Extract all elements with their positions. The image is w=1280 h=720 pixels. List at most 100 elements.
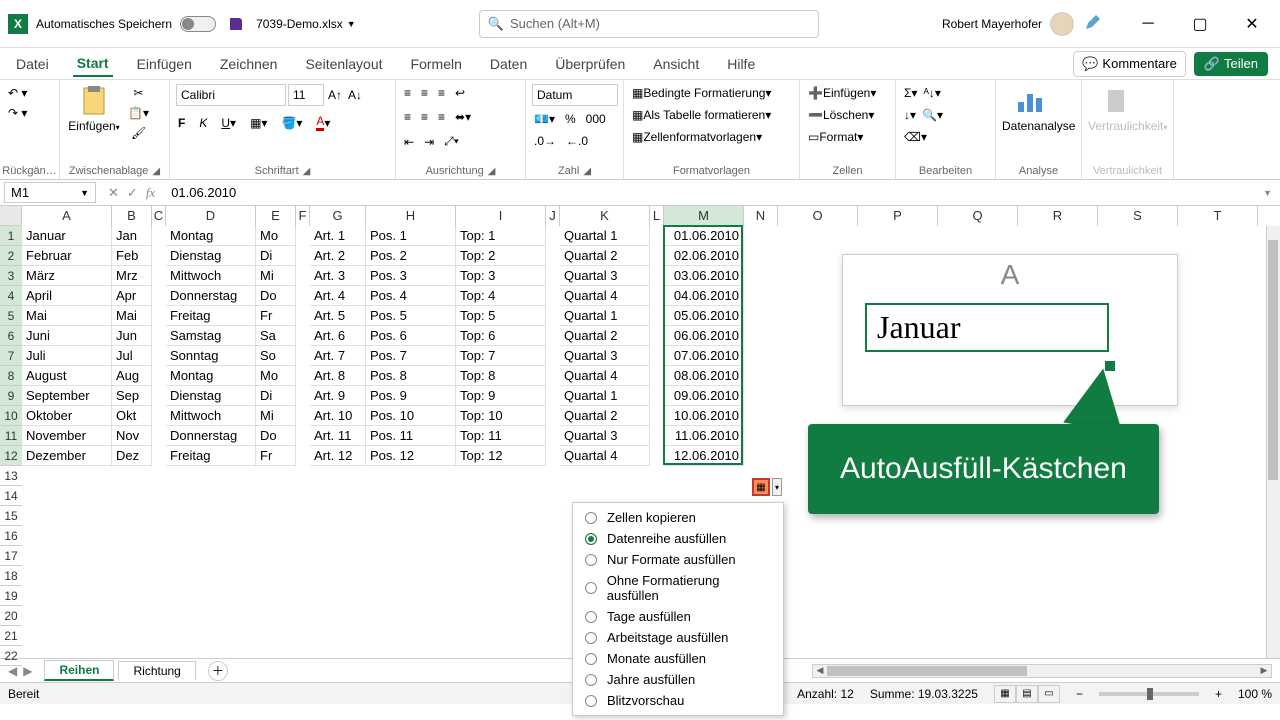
view-normal-button[interactable]: ▦ — [994, 685, 1016, 703]
tab-formeln[interactable]: Formeln — [407, 52, 466, 76]
cell-I7[interactable]: Top: 7 — [456, 346, 546, 366]
number-format-select[interactable] — [532, 84, 618, 106]
row-header-9[interactable]: 9 — [0, 386, 22, 406]
cell-A10[interactable]: Oktober — [22, 406, 112, 426]
row-header-4[interactable]: 4 — [0, 286, 22, 306]
column-header-T[interactable]: T — [1178, 206, 1258, 226]
font-color-button[interactable]: A▾ — [314, 112, 332, 133]
view-pagelayout-button[interactable]: ▤ — [1016, 685, 1038, 703]
column-header-H[interactable]: H — [366, 206, 456, 226]
cell-M6[interactable]: 06.06.2010 — [664, 326, 744, 346]
column-header-A[interactable]: A — [22, 206, 112, 226]
cell-K5[interactable]: Quartal 1 — [560, 306, 650, 326]
cell-E9[interactable]: Di — [256, 386, 296, 406]
cell-G4[interactable]: Art. 4 — [310, 286, 366, 306]
copy-button[interactable]: 📋▾ — [126, 104, 151, 122]
paste-button[interactable]: Einfügen▾ — [66, 84, 122, 133]
cell-D10[interactable]: Mittwoch — [166, 406, 256, 426]
redo-button[interactable]: ↷ ▾ — [6, 104, 29, 122]
cell-M11[interactable]: 11.06.2010 — [664, 426, 744, 446]
cell-A11[interactable]: November — [22, 426, 112, 446]
cell-G9[interactable]: Art. 9 — [310, 386, 366, 406]
horizontal-scrollbar[interactable]: ◀▶ — [812, 664, 1272, 678]
column-header-O[interactable]: O — [778, 206, 858, 226]
tab-daten[interactable]: Daten — [486, 52, 531, 76]
font-size-select[interactable] — [288, 84, 324, 106]
cell-D4[interactable]: Donnerstag — [166, 286, 256, 306]
dialog-launcher-icon[interactable]: ◢ — [583, 166, 591, 177]
row-header-15[interactable]: 15 — [0, 506, 22, 526]
cell-B5[interactable]: Mai — [112, 306, 152, 326]
filename[interactable]: 7039-Demo.xlsx — [256, 17, 343, 31]
cell-I6[interactable]: Top: 6 — [456, 326, 546, 346]
cell-B9[interactable]: Sep — [112, 386, 152, 406]
cell-B3[interactable]: Mrz — [112, 266, 152, 286]
cell-B12[interactable]: Dez — [112, 446, 152, 466]
share-button[interactable]: 🔗 Teilen — [1194, 52, 1268, 76]
column-header-E[interactable]: E — [256, 206, 296, 226]
cell-I9[interactable]: Top: 9 — [456, 386, 546, 406]
cell-H6[interactable]: Pos. 6 — [366, 326, 456, 346]
conditional-formatting-button[interactable]: ▦ Bedingte Formatierung ▾ — [630, 84, 773, 102]
cell-H1[interactable]: Pos. 1 — [366, 226, 456, 246]
column-header-G[interactable]: G — [310, 206, 366, 226]
cell-B1[interactable]: Jan — [112, 226, 152, 246]
row-header-8[interactable]: 8 — [0, 366, 22, 386]
cell-A12[interactable]: Dezember — [22, 446, 112, 466]
cell-I2[interactable]: Top: 2 — [456, 246, 546, 266]
expand-formula-icon[interactable]: ▼ — [1255, 188, 1280, 198]
column-header-F[interactable]: F — [296, 206, 310, 226]
column-header-J[interactable]: J — [546, 206, 560, 226]
cell-H7[interactable]: Pos. 7 — [366, 346, 456, 366]
tab-ansicht[interactable]: Ansicht — [649, 52, 703, 76]
cell-K2[interactable]: Quartal 2 — [560, 246, 650, 266]
format-cells-button[interactable]: ▭ Format ▾ — [806, 128, 865, 146]
dialog-launcher-icon[interactable]: ◢ — [303, 166, 311, 177]
cell-G3[interactable]: Art. 3 — [310, 266, 366, 286]
cell-D12[interactable]: Freitag — [166, 446, 256, 466]
cell-H8[interactable]: Pos. 8 — [366, 366, 456, 386]
row-header-18[interactable]: 18 — [0, 566, 22, 586]
cell-K7[interactable]: Quartal 3 — [560, 346, 650, 366]
cell-I11[interactable]: Top: 11 — [456, 426, 546, 446]
cell-K8[interactable]: Quartal 4 — [560, 366, 650, 386]
find-button[interactable]: 🔍▾ — [920, 106, 945, 124]
cell-H12[interactable]: Pos. 12 — [366, 446, 456, 466]
cell-D2[interactable]: Dienstag — [166, 246, 256, 266]
format-painter-button[interactable]: 🖌 — [126, 124, 151, 142]
wrap-text-button[interactable]: ↩ — [453, 84, 467, 102]
column-header-C[interactable]: C — [152, 206, 166, 226]
close-button[interactable]: ✕ — [1232, 12, 1272, 36]
name-box[interactable]: M1▼ — [4, 182, 96, 203]
row-header-20[interactable]: 20 — [0, 606, 22, 626]
cell-G1[interactable]: Art. 1 — [310, 226, 366, 246]
row-header-2[interactable]: 2 — [0, 246, 22, 266]
cell-I8[interactable]: Top: 8 — [456, 366, 546, 386]
row-header-14[interactable]: 14 — [0, 486, 22, 506]
ctx-item-6[interactable]: Monate ausfüllen — [573, 648, 783, 669]
bold-button[interactable]: F — [176, 114, 187, 132]
column-header-B[interactable]: B — [112, 206, 152, 226]
cell-styles-button[interactable]: ▦ Zellenformatvorlagen ▾ — [630, 128, 764, 146]
row-header-22[interactable]: 22 — [0, 646, 22, 666]
cell-B2[interactable]: Feb — [112, 246, 152, 266]
row-header-6[interactable]: 6 — [0, 326, 22, 346]
row-header-19[interactable]: 19 — [0, 586, 22, 606]
minimize-button[interactable]: ─ — [1128, 12, 1168, 36]
column-header-I[interactable]: I — [456, 206, 546, 226]
ctx-item-3[interactable]: Ohne Formatierung ausfüllen — [573, 570, 783, 606]
tab-zeichnen[interactable]: Zeichnen — [216, 52, 282, 76]
cell-H5[interactable]: Pos. 5 — [366, 306, 456, 326]
zoom-level[interactable]: 100 % — [1238, 687, 1272, 701]
increase-font-button[interactable]: A↑ — [326, 86, 344, 104]
clear-button[interactable]: ⌫▾ — [902, 128, 929, 146]
sheet-next-icon[interactable]: ▶ — [23, 664, 32, 678]
format-as-table-button[interactable]: ▦ Als Tabelle formatieren ▾ — [630, 106, 773, 124]
cell-I4[interactable]: Top: 4 — [456, 286, 546, 306]
tab-ueberpruefen[interactable]: Überprüfen — [551, 52, 629, 76]
cell-M5[interactable]: 05.06.2010 — [664, 306, 744, 326]
chevron-down-icon[interactable]: ▼ — [347, 19, 356, 29]
cell-E7[interactable]: So — [256, 346, 296, 366]
cell-K6[interactable]: Quartal 2 — [560, 326, 650, 346]
vertical-scrollbar[interactable] — [1266, 226, 1280, 658]
